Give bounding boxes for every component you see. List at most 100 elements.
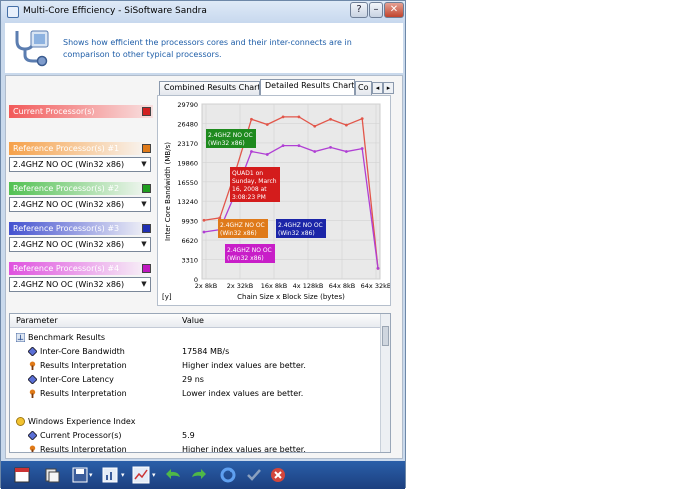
ok-icon[interactable] [245,466,263,484]
annotation-text: (Win32 x86) [278,230,315,237]
data-point [202,230,206,234]
data-point [297,115,301,119]
title-bar[interactable]: Multi-Core Efficiency - SiSoftware Sandr… [1,1,405,23]
data-point [376,267,380,270]
window-title: Multi-Core Efficiency - SiSoftware Sandr… [23,6,207,16]
data-point [202,218,206,222]
tab-co[interactable]: Co [355,81,372,95]
table-row[interactable]: Windows Experience Index [10,415,382,429]
y-tick-label: 29790 [177,101,198,109]
header-parameter[interactable]: Parameter [16,316,58,325]
reference-processor-label-3: Reference Processor(s) #3 [9,222,153,235]
chart-options-dropdown-icon[interactable]: ▾ [121,471,125,479]
data-point [344,123,348,127]
row-parameter: Windows Experience Index [28,417,136,426]
save-icon[interactable] [71,466,89,484]
reference-processor-select-2[interactable]: 2.4GHZ NO OC (Win32 x86) ▼ [9,197,151,212]
reference-processor-select-4[interactable]: 2.4GHZ NO OC (Win32 x86) ▼ [9,277,151,292]
annotation-text: Sunday, March [232,178,277,185]
benchmark-icon [16,333,25,342]
reference-processor-text: Reference Processor(s) #2 [13,184,120,193]
header-value[interactable]: Value [182,316,204,325]
cancel-icon[interactable] [269,466,287,484]
forward-icon[interactable] [189,466,207,484]
refresh-icon[interactable] [219,466,237,484]
data-point [265,123,269,126]
reference-processor-swatch[interactable] [142,224,151,233]
table-row[interactable]: Inter-Core Bandwidth 17584 MB/s [10,345,382,359]
reference-processor-select-3[interactable]: 2.4GHZ NO OC (Win32 x86) ▼ [9,237,151,252]
select-value: 2.4GHZ NO OC (Win32 x86) [13,280,125,289]
table-header: Parameter Value [10,314,382,328]
data-point [344,150,348,153]
back-icon[interactable] [165,466,183,484]
scrollbar-thumb[interactable] [382,326,389,346]
annotation-text: 2.4GHZ NO OC [220,222,265,229]
tab-scroll-left-icon[interactable]: ◂ [372,82,383,94]
table-row[interactable] [10,401,382,415]
table-row[interactable]: Results Interpretation Higher index value… [10,443,382,453]
row-parameter: Results Interpretation [40,445,127,453]
table-row[interactable]: Results Interpretation Higher index value… [10,359,382,373]
table-row[interactable]: Current Processor(s) 5.9 [10,429,382,443]
x-tick-label: 2x 32kB [227,282,254,290]
y-tick-label: 23170 [177,140,198,148]
chevron-down-icon[interactable]: ▼ [138,278,150,291]
tab-scroll-right-icon[interactable]: ▸ [383,82,394,94]
data-point [250,117,253,121]
table-row[interactable]: Results Interpretation Lower index values… [10,387,382,401]
x-tick-label: 64x 8kB [329,282,356,290]
reference-processor-swatch[interactable] [142,144,151,153]
chart-annotation: 2.4GHZ NO OC(Win32 x86) [206,129,256,148]
corner-label: [y] [162,293,172,301]
select-value: 2.4GHZ NO OC (Win32 x86) [13,240,125,249]
x-tick-label: 64x 32kB [361,282,390,290]
reference-processor-label-1: Reference Processor(s) #1 [9,142,153,155]
line-chart-dropdown-icon[interactable]: ▾ [152,471,156,479]
annotation-text: (Win32 x86) [227,255,264,262]
chart-tabs: Combined Results Chart Detailed Results … [157,79,395,95]
diamond-icon [28,431,37,440]
wei-icon [16,417,25,426]
current-processor-text: Current Processor(s) [13,107,95,116]
current-processor-swatch[interactable] [142,107,151,116]
table-row[interactable]: Benchmark Results [10,331,382,345]
diamond-icon [28,375,37,384]
y-tick-label: 3310 [181,257,198,265]
table-row[interactable]: Inter-Core Latency 29 ns [10,373,382,387]
chart-annotation: 2.4GHZ NO OC(Win32 x86) [276,219,326,238]
minimize-button[interactable]: – [369,2,383,18]
chevron-down-icon[interactable]: ▼ [138,198,150,211]
diamond-icon [28,347,37,356]
chart-options-icon[interactable] [101,466,119,484]
data-point [281,144,285,148]
data-point [360,147,364,150]
close-button[interactable]: ✕ [384,2,404,18]
report-icon[interactable] [43,466,61,484]
tab-detailed-results[interactable]: Detailed Results Chart [260,79,355,95]
tab-combined-results[interactable]: Combined Results Chart [159,81,260,95]
reference-processor-label-4: Reference Processor(s) #4 [9,262,153,275]
data-point [329,146,332,149]
save-dropdown-icon[interactable]: ▾ [89,471,93,479]
line-chart-icon[interactable] [132,466,150,484]
chevron-down-icon[interactable]: ▼ [138,238,150,251]
chevron-down-icon[interactable]: ▼ [138,158,150,171]
reference-processor-select-1[interactable]: 2.4GHZ NO OC (Win32 x86) ▼ [9,157,151,172]
data-point [360,117,364,121]
y-tick-label: 13240 [177,198,198,206]
data-point [297,144,301,148]
header-panel: Shows how efficient the processors cores… [5,23,403,73]
application-window: Multi-Core Efficiency - SiSoftware Sandr… [0,0,406,489]
annotation-text: 3:08:23 PM [232,194,266,201]
x-axis-label: Chain Size x Block Size (bytes) [237,293,345,301]
select-value: 2.4GHZ NO OC (Win32 x86) [13,200,125,209]
reference-processor-swatch[interactable] [142,184,151,193]
row-value: Higher index values are better. [182,361,306,370]
y-tick-label: 9930 [181,218,198,226]
reference-processor-swatch[interactable] [142,264,151,273]
calendar-icon[interactable] [13,466,31,484]
table-scrollbar[interactable] [380,314,390,452]
help-button[interactable]: ? [350,2,368,18]
app-icon [7,6,19,18]
